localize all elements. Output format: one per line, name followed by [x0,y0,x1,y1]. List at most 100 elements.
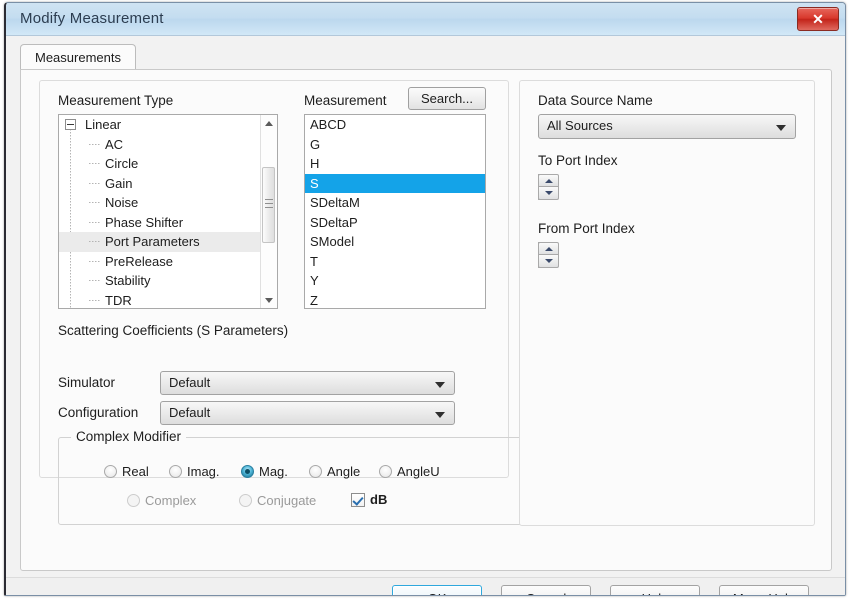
tree-branch-line [89,202,100,203]
tree-vertical-scrollbar[interactable] [260,115,277,308]
left-panel: Measurement Type Linear AC Circle Gain Noise… [39,80,509,478]
configuration-value: Default [169,402,210,424]
measurement-item-smodel[interactable]: SModel [305,232,485,252]
tree-item-phase-shifter[interactable]: Phase Shifter [59,213,261,233]
measurement-item-z[interactable]: Z [305,291,485,310]
data-source-name-value: All Sources [547,115,613,137]
tree-branch-line [89,280,100,281]
measurement-item-s[interactable]: S [305,174,485,194]
scrollbar-thumb[interactable] [262,167,275,243]
from-port-index-stepper[interactable]: 1 [538,242,796,268]
tab-measurements[interactable]: Measurements [20,44,136,70]
radio-label: AngleU [397,464,440,479]
tree-item-label: AC [105,137,123,152]
tree-item-circle[interactable]: Circle [59,154,261,174]
tree-branch-line [89,300,100,301]
configuration-dropdown[interactable]: Default [160,401,455,425]
complex-modifier-legend: Complex Modifier [71,429,186,444]
spin-down-icon[interactable] [538,255,559,268]
window-title: Modify Measurement [20,10,164,27]
tree-item-noise[interactable]: Noise [59,193,261,213]
tree-item-label: Linear [85,117,121,132]
measurement-label: Measurement [304,93,387,108]
measurement-list[interactable]: ABCDGHSSDeltaMSDeltaPSModelTYZ [304,114,486,309]
close-button[interactable]: ✕ [797,7,839,31]
measurement-item-g[interactable]: G [305,135,485,155]
tree-item-ac[interactable]: AC [59,135,261,155]
measurement-description: Scattering Coefficients (S Parameters) [58,323,288,338]
measurement-type-tree[interactable]: Linear AC Circle Gain Noise Phase Shifter Port… [58,114,278,309]
radio-indicator-icon [239,494,252,507]
right-panel: Data Source Name All Sources To Port Ind… [519,80,815,526]
measurement-item-abcd[interactable]: ABCD [305,115,485,135]
ok-button[interactable]: OK [392,585,482,596]
measurement-item-h[interactable]: H [305,154,485,174]
measurement-item-sdeltam[interactable]: SDeltaM [305,193,485,213]
tree-item-label: Noise [105,195,138,210]
radio-indicator-icon [169,465,182,478]
tree-item-label: PreRelease [105,254,173,269]
tree-item-label: TDR [105,293,132,308]
measurement-item-t[interactable]: T [305,252,485,272]
radio-label: Real [122,464,149,479]
measurement-type-label: Measurement Type [58,93,173,108]
measurement-item-sdeltap[interactable]: SDeltaP [305,213,485,233]
radio-indicator-icon [127,494,140,507]
chevron-down-icon [776,125,786,131]
search-button[interactable]: Search... [408,87,486,110]
data-source-name-label: Data Source Name [538,93,653,108]
scroll-down-arrow-icon[interactable] [261,292,277,308]
spin-down-icon[interactable] [538,187,559,200]
help-button[interactable]: Help [610,585,700,596]
scroll-up-arrow-icon[interactable] [261,115,277,131]
cancel-button[interactable]: Cancel [501,585,591,596]
from-port-index-label: From Port Index [538,221,635,236]
radio-label: Complex [145,493,196,508]
tree-branch-line [89,144,100,145]
tree-branch-line [89,241,100,242]
tree-item-label: Stability [105,273,151,288]
complex-modifier-group: Complex Modifier RealImag.Mag.AngleAngle… [58,437,528,525]
tree-item-prerelease[interactable]: PreRelease [59,252,261,272]
simulator-value: Default [169,372,210,394]
from-port-index-spin-buttons [538,242,559,268]
to-port-index-spin-buttons [538,174,559,200]
radio-label: Imag. [187,464,220,479]
radio-indicator-icon [104,465,117,478]
radio-label: Mag. [259,464,288,479]
tree-expander-collapse-icon[interactable] [65,119,76,130]
meas-help-button[interactable]: Meas Help [719,585,809,596]
dialog-client-area: Measurements Measurement Type Linear AC Ci… [6,36,845,595]
spin-up-icon[interactable] [538,174,559,187]
tree-item-linear[interactable]: Linear [59,115,261,135]
tree-branch-line [89,163,100,164]
tree-branch-line [89,222,100,223]
chevron-down-icon [435,412,445,418]
simulator-label: Simulator [58,375,115,390]
tree-item-tdr[interactable]: TDR [59,291,261,309]
radio-indicator-icon [379,465,392,478]
db-checkbox-label: dB [370,493,387,507]
tree-branch-line [89,261,100,262]
chevron-down-icon [435,382,445,388]
tree-item-label: Circle [105,156,138,171]
data-source-name-dropdown[interactable]: All Sources [538,114,796,139]
tab-page-measurements: Measurement Type Linear AC Circle Gain Noise… [20,69,832,571]
title-bar: Modify Measurement ✕ [6,3,845,36]
tree-rows: Linear AC Circle Gain Noise Phase Shifter Port… [59,115,261,308]
checkmark-icon [351,493,365,507]
spin-up-icon[interactable] [538,242,559,255]
tree-item-label: Phase Shifter [105,215,183,230]
tree-item-stability[interactable]: Stability [59,271,261,291]
close-icon: ✕ [798,9,838,29]
tree-branch-line [89,183,100,184]
radio-label: Angle [327,464,360,479]
simulator-dropdown[interactable]: Default [160,371,455,395]
tree-item-port-parameters[interactable]: Port Parameters [59,232,261,252]
tab-strip: Measurements [20,44,832,70]
scrollbar-grip-icon [265,199,273,208]
measurement-item-y[interactable]: Y [305,271,485,291]
tree-item-gain[interactable]: Gain [59,174,261,194]
to-port-index-stepper[interactable]: 1 [538,174,796,200]
tree-item-label: Gain [105,176,132,191]
